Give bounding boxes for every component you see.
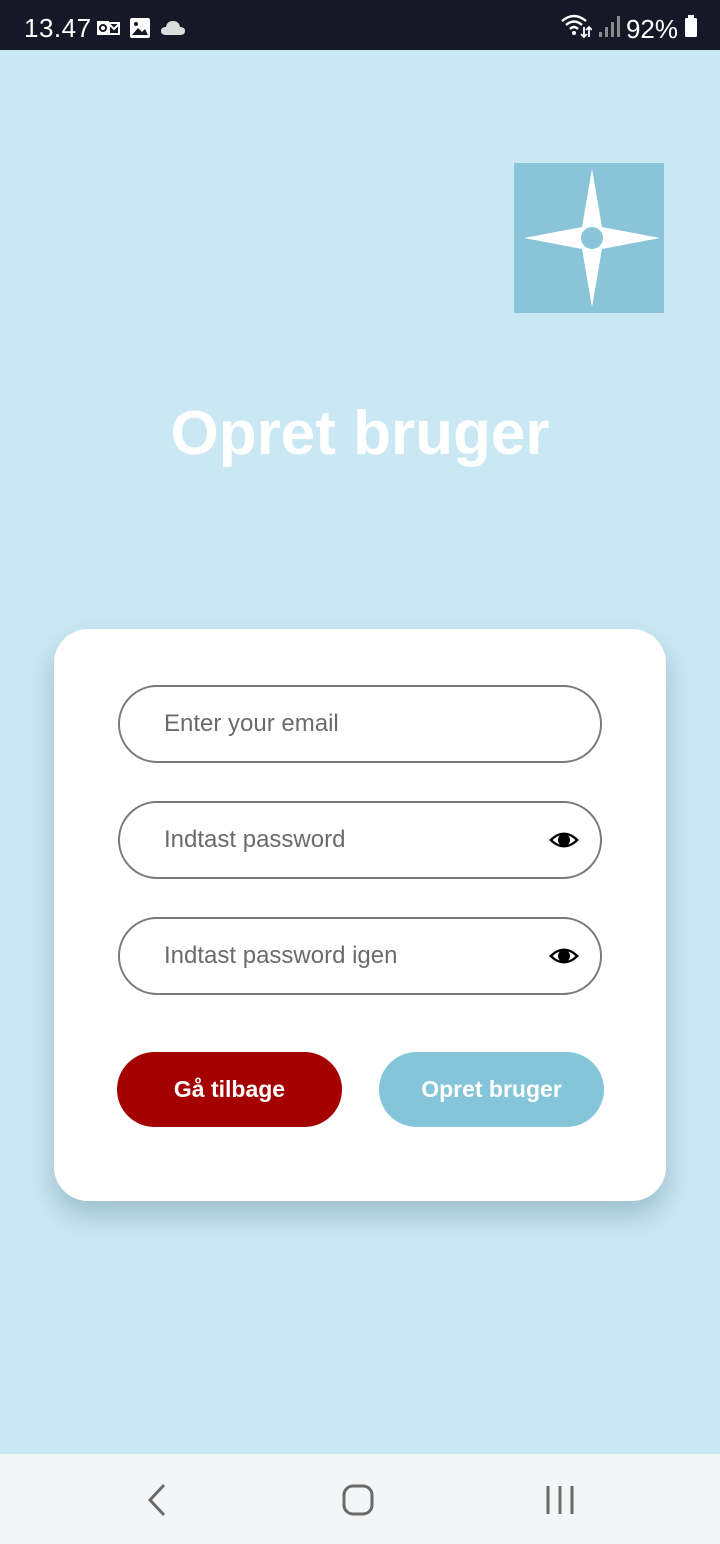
eye-icon[interactable] [548,944,580,968]
eye-icon[interactable] [548,828,580,852]
email-field [118,685,602,763]
wifi-icon [560,13,593,44]
home-icon[interactable] [338,1482,378,1518]
password-repeat-field [118,917,602,995]
gallery-notification-icon [128,16,152,40]
battery-percentage: 92% [625,13,678,44]
navigation-bar [0,1454,720,1544]
password-input[interactable] [164,803,534,877]
notification-icons [96,16,185,40]
status-time: 13.47 [24,13,92,43]
cloud-notification-icon [160,16,185,40]
status-right: 92% [560,13,698,44]
signal-icon [598,14,620,43]
back-button[interactable]: Gå tilbage [117,1052,342,1127]
recent-apps-icon[interactable] [540,1482,580,1518]
signup-card: Gå tilbage Opret bruger [54,629,666,1201]
back-icon[interactable] [138,1482,178,1518]
password-field [118,801,602,879]
outlook-notification-icon [96,16,120,40]
battery-icon [684,14,698,43]
status-bar: 13.47 92% [0,0,720,50]
create-user-screen: Opret bruger Enter your email Gå tilbage… [0,50,720,1454]
page-title: Opret bruger [170,399,550,468]
email-input[interactable] [164,687,534,761]
password-repeat-input[interactable] [164,919,534,993]
create-user-button[interactable]: Opret bruger [379,1052,604,1127]
compass-star-icon [514,163,664,313]
